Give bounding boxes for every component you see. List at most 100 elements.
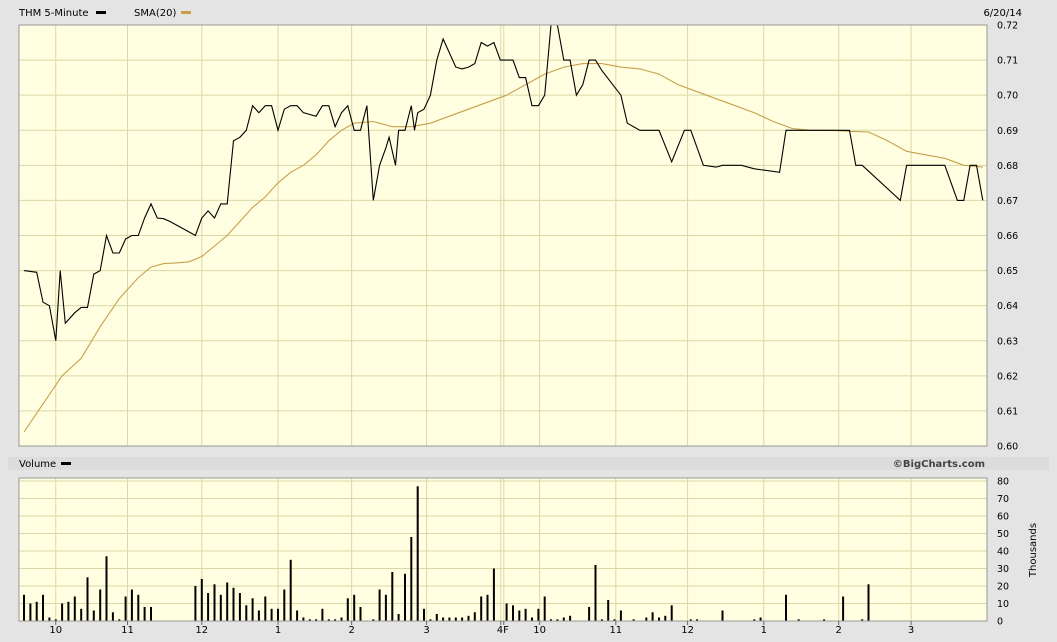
price-y-tick-label: 0.67 (997, 196, 1018, 207)
volume-bar (283, 589, 286, 621)
price-y-tick-label: 0.69 (997, 126, 1018, 137)
volume-bar (111, 612, 114, 622)
x-tick-label: 3 (423, 625, 429, 636)
x-tick-label: 3 (908, 625, 914, 636)
volume-bar (518, 610, 521, 621)
volume-bar (200, 579, 203, 621)
volume-bar (645, 617, 648, 621)
volume-bar (73, 596, 76, 621)
price-y-tick-label: 0.68 (997, 161, 1018, 172)
volume-bar (480, 596, 483, 621)
volume-bar (486, 594, 489, 622)
volume-bar (670, 605, 673, 622)
volume-y-tick-label: 20 (997, 582, 1009, 593)
volume-bar (391, 572, 394, 621)
volume-bar (270, 608, 273, 622)
volume-bar (562, 617, 565, 621)
volume-bar (238, 593, 241, 621)
volume-bar (143, 607, 146, 621)
volume-bar (442, 617, 445, 621)
volume-bar (785, 594, 787, 622)
volume-bar (721, 610, 724, 621)
x-tick-label: 12 (681, 625, 694, 636)
volume-bar (150, 607, 152, 621)
x-tick-label: 1 (761, 625, 767, 636)
sma-legend-swatch (181, 11, 191, 14)
brand-label: ©BigCharts.com (893, 459, 985, 470)
x-tick-label: 10 (533, 625, 546, 636)
volume-bar (569, 615, 572, 622)
volume-bar (340, 617, 343, 621)
volume-bar (435, 614, 438, 621)
x-tick-label: 2 (348, 625, 354, 636)
volume-bar (531, 617, 533, 621)
volume-bar (257, 610, 260, 621)
x-tick-label: 4F (497, 625, 509, 636)
volume-bar (353, 594, 356, 622)
volume-bar (130, 589, 133, 621)
volume-y-tick-label: 40 (997, 547, 1009, 558)
volume-bar (867, 584, 870, 622)
x-tick-label: 2 (836, 625, 842, 636)
volume-bar (492, 568, 495, 621)
volume-bar (296, 610, 299, 621)
volume-y-axis-title: Thousands (1028, 523, 1039, 578)
volume-bar (359, 607, 362, 621)
volume-bar (245, 605, 248, 622)
volume-bar (105, 556, 108, 622)
volume-bar (219, 594, 222, 622)
x-tick-label: 11 (121, 625, 134, 636)
price-y-tick-label: 0.66 (997, 231, 1018, 242)
volume-bar (658, 617, 660, 621)
volume-bar (42, 594, 44, 622)
volume-bar (80, 608, 83, 622)
x-tick-label: 12 (195, 625, 208, 636)
volume-bar (67, 601, 70, 622)
volume-bar (29, 603, 32, 621)
volume-bar (594, 565, 597, 621)
volume-plot-area (19, 478, 987, 621)
price-y-tick-label: 0.70 (997, 91, 1018, 102)
volume-bar (289, 559, 292, 622)
volume-bar (543, 596, 546, 621)
volume-bar (226, 582, 229, 621)
volume-bar (99, 589, 102, 621)
volume-bar (264, 596, 267, 621)
price-y-tick-label: 0.63 (997, 336, 1018, 347)
volume-header: Volume ©BigCharts.com (8, 457, 1049, 470)
volume-bar (194, 586, 197, 621)
volume-y-tick-label: 70 (997, 494, 1009, 505)
price-y-tick-label: 0.62 (997, 371, 1018, 382)
volume-bar (384, 594, 387, 622)
volume-bar (48, 617, 51, 621)
price-y-tick-label: 0.65 (997, 266, 1018, 277)
volume-bar (588, 607, 591, 621)
chart-canvas: THM 5-Minute SMA(20) 6/20/14 0.72 0.71 0.7… (0, 0, 1057, 642)
volume-bar (416, 486, 419, 622)
sma-label: SMA(20) (134, 8, 176, 19)
volume-bar (454, 617, 457, 621)
volume-bar (467, 615, 470, 622)
volume-bar (524, 608, 527, 622)
volume-bar (302, 617, 305, 621)
volume-y-tick-label: 0 (997, 617, 1003, 628)
volume-bar (346, 598, 349, 622)
volume-legend-swatch (61, 462, 71, 465)
x-tick-label: 10 (49, 625, 62, 636)
volume-bar (251, 598, 254, 622)
volume-bar (410, 537, 413, 621)
volume-bar (378, 589, 381, 621)
series-legend-swatch (96, 11, 106, 14)
volume-bar (448, 617, 451, 621)
volume-bar (277, 608, 279, 622)
chart-date: 6/20/14 (983, 8, 1022, 19)
price-y-tick-label: 0.61 (997, 406, 1018, 417)
volume-bar (664, 615, 667, 622)
volume-bar (92, 610, 95, 621)
volume-bar (537, 608, 540, 622)
volume-bar (404, 573, 406, 622)
volume-bar (842, 596, 845, 621)
volume-bar (759, 617, 762, 621)
price-y-tick-label: 0.64 (997, 301, 1018, 312)
x-tick-label: 1 (275, 625, 281, 636)
